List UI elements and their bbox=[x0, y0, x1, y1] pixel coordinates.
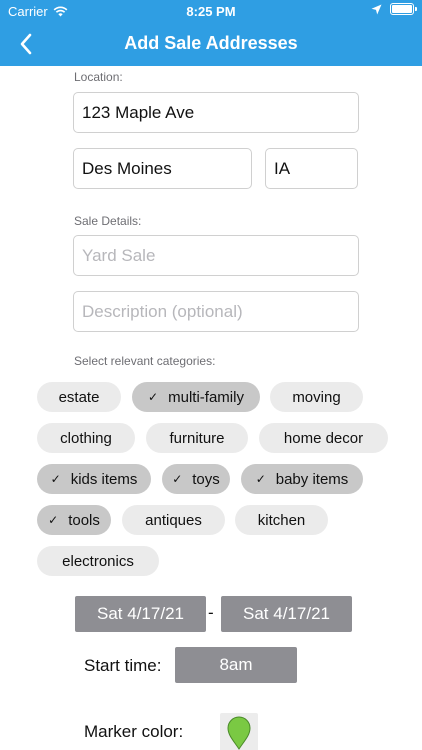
chip-kitchen[interactable]: kitchen bbox=[235, 505, 328, 535]
chip-tools[interactable]: ✓ tools bbox=[37, 505, 111, 535]
chip-label: multi-family bbox=[168, 388, 244, 406]
marker-color-button[interactable] bbox=[220, 713, 258, 750]
checkmark-icon: ✓ bbox=[255, 472, 266, 486]
nav-bar: Add Sale Addresses bbox=[0, 22, 422, 66]
checkmark-icon: ✓ bbox=[148, 390, 159, 404]
end-date-button[interactable]: Sat 4/17/21 bbox=[221, 596, 352, 632]
checkmark-icon: ✓ bbox=[172, 472, 183, 486]
start-date-button[interactable]: Sat 4/17/21 bbox=[75, 596, 206, 632]
chip-label: estate bbox=[58, 388, 100, 406]
chip-electronics[interactable]: electronics bbox=[37, 546, 159, 576]
chip-clothing[interactable]: clothing bbox=[37, 423, 135, 453]
chip-baby-items[interactable]: ✓ baby items bbox=[241, 464, 363, 494]
chip-furniture[interactable]: furniture bbox=[146, 423, 248, 453]
chip-moving[interactable]: moving bbox=[270, 382, 363, 412]
app-header: Carrier 8:25 PM Add Sale Addresses bbox=[0, 0, 422, 66]
chip-label: baby items bbox=[275, 470, 349, 488]
chip-label: kids items bbox=[70, 470, 138, 488]
chip-label: tools bbox=[68, 511, 100, 529]
checkmark-icon: ✓ bbox=[48, 513, 59, 527]
sale-details-label: Sale Details: bbox=[74, 214, 142, 228]
categories-label: Select relevant categories: bbox=[74, 354, 216, 368]
date-separator: - bbox=[208, 603, 214, 622]
chip-toys[interactable]: ✓ toys bbox=[162, 464, 230, 494]
chip-label: kitchen bbox=[257, 511, 306, 529]
map-pin-icon bbox=[227, 716, 251, 750]
battery-icon bbox=[390, 3, 417, 15]
checkmark-icon: ✓ bbox=[50, 472, 61, 486]
chip-kids-items[interactable]: ✓ kids items bbox=[37, 464, 151, 494]
chip-label: clothing bbox=[60, 429, 112, 447]
location-arrow-icon bbox=[371, 4, 382, 14]
start-time-button[interactable]: 8am bbox=[175, 647, 297, 683]
status-time: 8:25 PM bbox=[186, 4, 236, 19]
status-bar: Carrier 8:25 PM bbox=[0, 0, 422, 22]
chip-antiques[interactable]: antiques bbox=[122, 505, 225, 535]
chip-label: home decor bbox=[283, 429, 364, 447]
description-field[interactable]: Description (optional) bbox=[73, 291, 359, 332]
street-field[interactable]: 123 Maple Ave bbox=[73, 92, 359, 133]
location-label: Location: bbox=[74, 70, 123, 84]
chip-label: antiques bbox=[145, 511, 202, 529]
start-time-label: Start time: bbox=[84, 656, 162, 675]
chip-estate[interactable]: estate bbox=[37, 382, 121, 412]
marker-color-label: Marker color: bbox=[84, 722, 184, 741]
chip-label: furniture bbox=[169, 429, 225, 447]
chip-label: toys bbox=[192, 470, 220, 488]
city-field[interactable]: Des Moines bbox=[73, 148, 252, 189]
state-field[interactable]: IA bbox=[265, 148, 358, 189]
chip-multi-family[interactable]: ✓ multi-family bbox=[132, 382, 260, 412]
chip-home-decor[interactable]: home decor bbox=[259, 423, 388, 453]
page-title: Add Sale Addresses bbox=[124, 33, 298, 53]
status-right bbox=[371, 3, 417, 15]
sale-type-field[interactable]: Yard Sale bbox=[73, 235, 359, 276]
chip-label: electronics bbox=[62, 552, 134, 570]
chip-label: moving bbox=[292, 388, 341, 406]
